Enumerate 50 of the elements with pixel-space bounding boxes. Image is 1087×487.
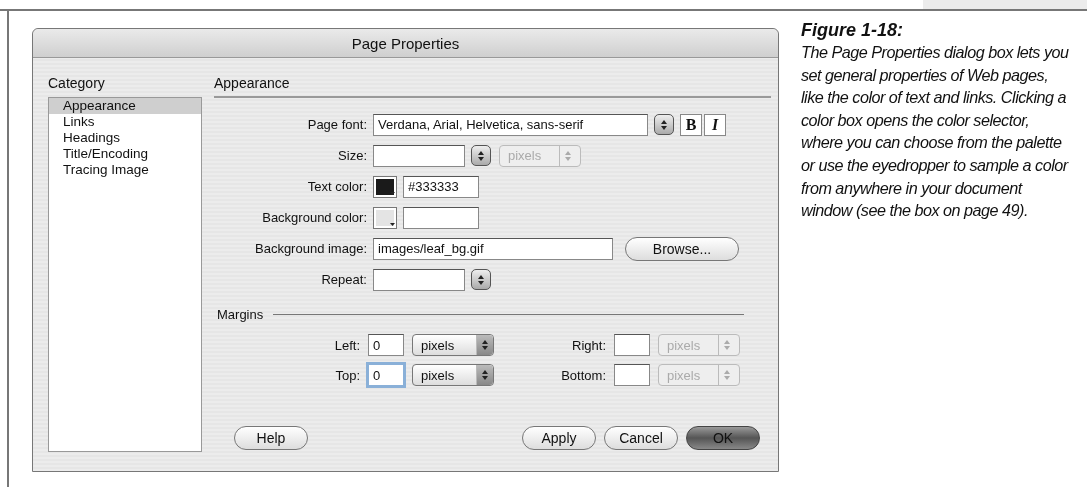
margin-field[interactable]: 0 bbox=[368, 364, 404, 386]
browse-button[interactable]: Browse... bbox=[625, 236, 739, 261]
category-item[interactable]: Appearance bbox=[49, 98, 201, 114]
up-down-arrows-icon bbox=[564, 149, 572, 162]
size-menu-button[interactable] bbox=[471, 145, 491, 166]
dialog-button[interactable]: Apply bbox=[522, 426, 596, 450]
category-item[interactable]: Title/Encoding bbox=[49, 146, 201, 162]
up-down-arrows-icon bbox=[481, 339, 489, 351]
up-down-arrows-icon bbox=[723, 339, 731, 351]
font-field[interactable]: Verdana, Arial, Helvetica, sans-serif bbox=[373, 113, 648, 136]
up-down-arrows-icon bbox=[481, 369, 489, 381]
category-item[interactable]: Tracing Image bbox=[49, 162, 201, 178]
field-label: Repeat: bbox=[320, 272, 367, 287]
image-field[interactable]: images/leaf_bg.gif bbox=[373, 237, 613, 260]
color-field[interactable] bbox=[403, 206, 479, 229]
unit-select[interactable]: pixels bbox=[412, 334, 494, 356]
field-label: Bottom: bbox=[560, 367, 606, 383]
field-label: Background image: bbox=[254, 241, 367, 256]
font-menu-button[interactable] bbox=[654, 114, 674, 135]
category-label: Category bbox=[48, 75, 105, 93]
up-down-arrows-icon bbox=[723, 369, 731, 381]
field-label: Size: bbox=[337, 148, 367, 163]
margin-field[interactable]: 0 bbox=[368, 334, 404, 356]
help-button[interactable]: Help bbox=[234, 426, 308, 450]
caption-text: The Page Properties dialog box lets you set general properties of Web pages, like the color of text and links. Clicking a color box opens the color selector, where you can choose from the palette or use the eyedropper to sample a color from anywhere in your document window (see the box on page 49). bbox=[801, 42, 1069, 222]
up-down-arrows-icon bbox=[477, 149, 485, 162]
field-label: Top: bbox=[334, 367, 360, 383]
bold-button[interactable]: B bbox=[680, 113, 702, 136]
up-down-arrows-icon bbox=[477, 273, 485, 286]
category-item[interactable]: Links bbox=[49, 114, 201, 130]
caption-title: Figure 1-18: bbox=[801, 19, 904, 41]
repeat-field[interactable] bbox=[373, 268, 465, 291]
repeat-menu-button[interactable] bbox=[471, 269, 491, 290]
window-title: Page Properties bbox=[33, 29, 778, 58]
section-title: Margins bbox=[217, 307, 264, 322]
field-label: Left: bbox=[333, 337, 360, 353]
color-field[interactable]: #333333 bbox=[403, 175, 479, 198]
field-label: Background color: bbox=[261, 210, 367, 225]
color-swatch[interactable] bbox=[373, 206, 397, 229]
field-label: Right: bbox=[571, 337, 606, 353]
section-title: Appearance bbox=[214, 75, 290, 93]
field-label: Text color: bbox=[306, 179, 367, 194]
up-down-arrows-icon bbox=[660, 118, 668, 131]
dialog-button[interactable]: Cancel bbox=[604, 426, 678, 450]
unit-select[interactable]: pixels bbox=[412, 364, 494, 386]
field-label: Page font: bbox=[306, 117, 367, 132]
size-field[interactable] bbox=[373, 144, 465, 167]
color-swatch[interactable] bbox=[373, 175, 397, 198]
italic-button[interactable]: I bbox=[704, 113, 726, 136]
category-item[interactable]: Headings bbox=[49, 130, 201, 146]
